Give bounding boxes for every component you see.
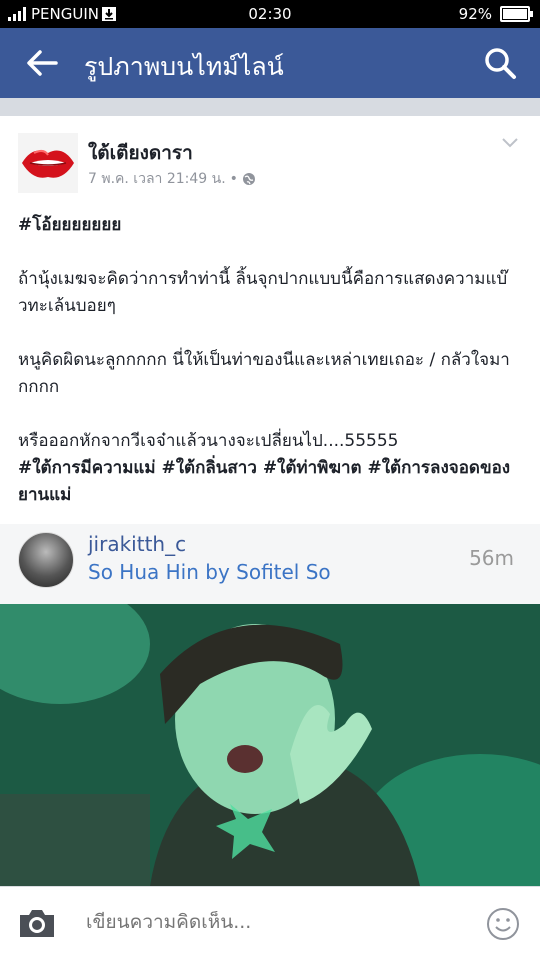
sticker-smiley-icon[interactable] <box>486 907 520 941</box>
instagram-time: 56m <box>469 546 514 570</box>
post-paragraph-2: หนูคิดผิดนะลูกกกกก นี่ให้เป็นท่าของนีและ… <box>18 350 510 397</box>
lips-image <box>22 149 74 178</box>
post-headline[interactable]: #โอ้ยยยยยยย <box>18 212 528 239</box>
battery-icon <box>500 6 533 22</box>
status-bar: PENGUIN 02:30 92% <box>0 0 540 28</box>
meta-separator: • <box>229 171 238 187</box>
battery-fill <box>503 9 527 19</box>
instagram-header: jirakitth_c So Hua Hin by Sofitel So 56m <box>0 524 540 604</box>
app-bar: รูปภาพบนไทม์ไลน์ <box>0 28 540 98</box>
page-title: รูปภาพบนไทม์ไลน์ <box>84 52 284 81</box>
chevron-down-icon[interactable] <box>500 136 520 150</box>
globe-icon <box>242 173 255 185</box>
post-paragraph-3: หรือออกหักจากวีเจจ๋าแล้วนางจะเปลี่ยนไป..… <box>18 431 399 451</box>
battery-group: 92% <box>458 5 533 23</box>
back-arrow-icon[interactable] <box>22 45 62 81</box>
post-hashtags[interactable]: #ใต้การมีความแม่ #ใต้กลิ่นสาว #ใต้ท่าพิฆ… <box>18 455 528 509</box>
instagram-avatar[interactable] <box>18 532 74 588</box>
post-timestamp[interactable]: 7 พ.ค. เวลา 21:49 น. <box>88 168 226 190</box>
page-name[interactable]: ใต้เตียงดารา <box>88 138 193 168</box>
battery-percent: 92% <box>458 5 492 23</box>
post-photo[interactable] <box>0 604 540 886</box>
page-avatar[interactable] <box>18 133 78 193</box>
post-meta: 7 พ.ค. เวลา 21:49 น. • <box>88 168 256 190</box>
post-paragraph-1: ถ้านุ้งเมฆจะคิดว่าการทำท่านี้ ลิ้นจุกปาก… <box>18 269 508 316</box>
comment-bar <box>0 886 540 961</box>
camera-icon[interactable] <box>18 907 56 939</box>
instagram-location[interactable]: So Hua Hin by Sofitel So <box>88 560 331 584</box>
search-icon[interactable] <box>482 45 518 81</box>
instagram-username[interactable]: jirakitth_c <box>88 532 186 556</box>
divider-strip <box>0 98 540 116</box>
comment-input[interactable] <box>86 911 446 933</box>
selfie-photo <box>0 604 540 886</box>
post-body: #โอ้ยยยยยยย ถ้านุ้งเมฆจะคิดว่าการทำท่านี… <box>18 212 528 509</box>
